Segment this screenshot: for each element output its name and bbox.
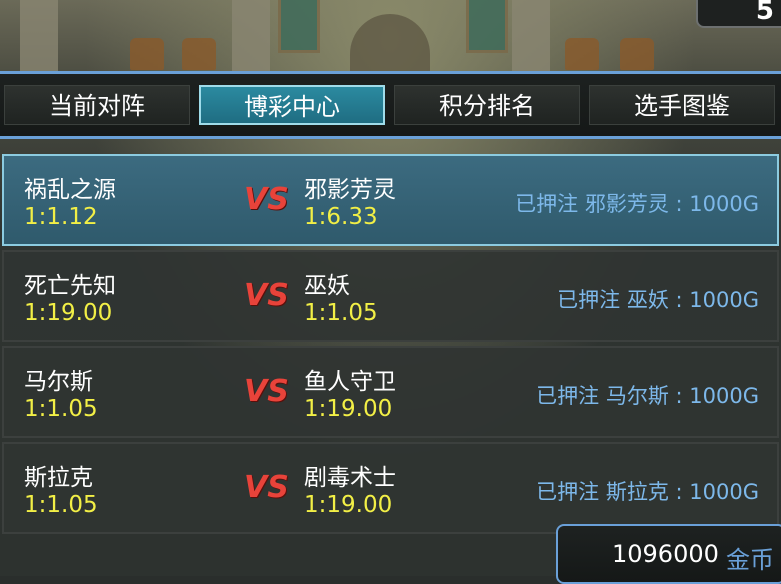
- vs-label: VS: [244, 278, 289, 313]
- right-player-odds: 1:19.00: [304, 492, 393, 518]
- left-player-odds: 1:19.00: [24, 300, 113, 326]
- corner-button-label: 5: [755, 0, 774, 26]
- bet-status: 已押注 邪影芳灵 : 1000G: [515, 192, 759, 216]
- left-player-name: 斯拉克: [24, 465, 93, 491]
- gold-display: 1096000 金币: [556, 524, 781, 584]
- right-player-odds: 1:6.33: [304, 204, 378, 230]
- flower-pot: [130, 38, 164, 70]
- pillar: [512, 0, 550, 72]
- pillar: [232, 0, 270, 72]
- bet-status: 已押注 斯拉克 : 1000G: [536, 480, 759, 504]
- bet-status: 已押注 马尔斯 : 1000G: [536, 384, 759, 408]
- vs-label: VS: [244, 182, 289, 217]
- gold-amount: 1096000: [612, 540, 719, 568]
- flower-pot: [182, 38, 216, 70]
- tab-points-ranking[interactable]: 积分排名: [394, 85, 580, 125]
- right-player-name: 鱼人守卫: [304, 369, 396, 395]
- match-row[interactable]: 祸乱之源 1:1.12 VS 邪影芳灵 1:6.33 已押注 邪影芳灵 : 10…: [2, 154, 779, 246]
- left-player-name: 祸乱之源: [24, 177, 116, 203]
- window: [278, 0, 320, 53]
- match-row[interactable]: 斯拉克 1:1.05 VS 剧毒术士 1:19.00 已押注 斯拉克 : 100…: [2, 442, 779, 534]
- tab-bar: 当前对阵 博彩中心 积分排名 选手图鉴: [0, 71, 781, 139]
- castle-arch: [350, 14, 430, 74]
- tab-current-matchups[interactable]: 当前对阵: [4, 85, 190, 125]
- flower-pot: [565, 38, 599, 70]
- right-player-odds: 1:1.05: [304, 300, 378, 326]
- tab-betting-center[interactable]: 博彩中心: [199, 85, 385, 125]
- right-player-name: 剧毒术士: [304, 465, 396, 491]
- vs-label: VS: [244, 470, 289, 505]
- right-player-name: 巫妖: [304, 273, 350, 299]
- flower-pot: [620, 38, 654, 70]
- left-player-name: 死亡先知: [24, 273, 116, 299]
- corner-button[interactable]: 5: [696, 0, 781, 28]
- left-player-name: 马尔斯: [24, 369, 93, 395]
- bet-status: 已押注 巫妖 : 1000G: [557, 288, 759, 312]
- window: [466, 0, 508, 53]
- right-player-name: 邪影芳灵: [304, 177, 396, 203]
- match-row[interactable]: 死亡先知 1:19.00 VS 巫妖 1:1.05 已押注 巫妖 : 1000G: [2, 250, 779, 342]
- gold-unit: 金币: [726, 546, 774, 574]
- vs-label: VS: [244, 374, 289, 409]
- left-player-odds: 1:1.05: [24, 492, 98, 518]
- tab-player-guide[interactable]: 选手图鉴: [589, 85, 775, 125]
- left-player-odds: 1:1.05: [24, 396, 98, 422]
- match-row[interactable]: 马尔斯 1:1.05 VS 鱼人守卫 1:19.00 已押注 马尔斯 : 100…: [2, 346, 779, 438]
- left-player-odds: 1:1.12: [24, 204, 98, 230]
- pillar: [20, 0, 58, 72]
- right-player-odds: 1:19.00: [304, 396, 393, 422]
